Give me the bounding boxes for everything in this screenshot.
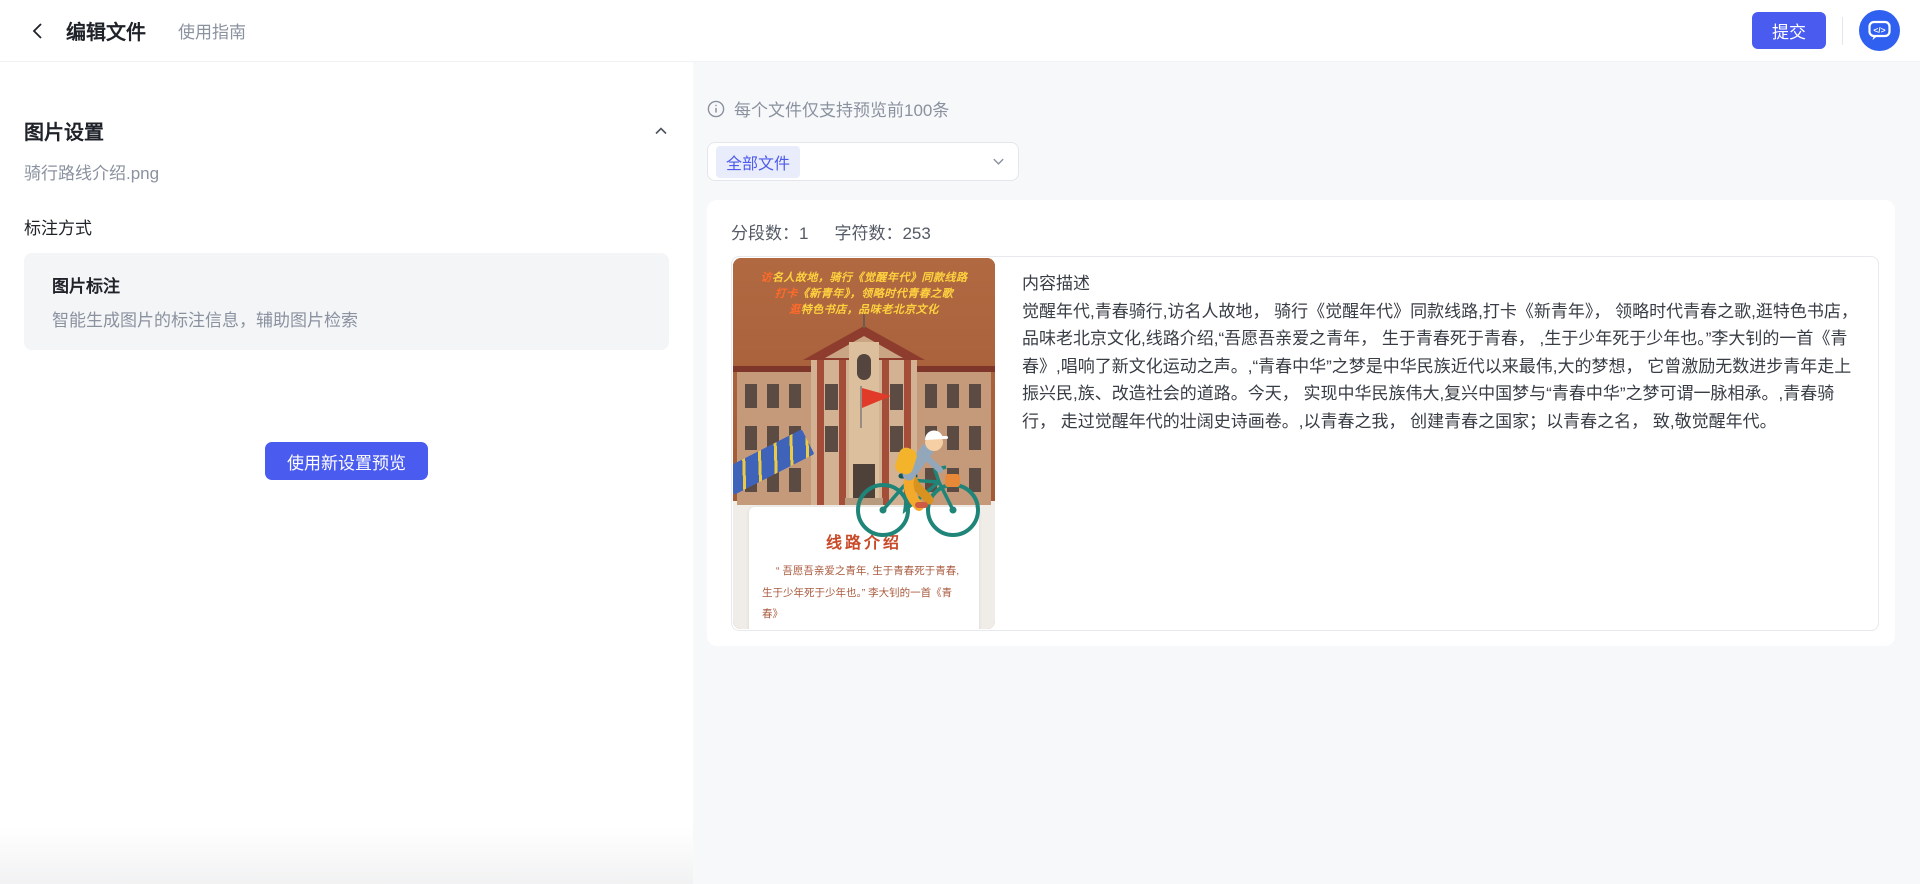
preview-thumbnail: 访名人故地，骑行《觉醒年代》同款线路 打卡《新青年》，领略时代青春之歌 逛特色书… [733,258,995,629]
code-bubble-icon: </> [1867,18,1892,43]
preview-button-row: 使用新设置预览 [24,442,669,480]
stats-row: 分段数：1 字符数：253 [731,219,1879,244]
content-title: 内容描述 [1022,270,1868,298]
collapse-button[interactable] [653,123,669,139]
annotation-method-card[interactable]: 图片标注 智能生成图片的标注信息，辅助图片检索 [24,253,669,350]
poster-slogan: 访名人故地，骑行《觉醒年代》同款线路 打卡《新青年》，领略时代青春之歌 逛特色书… [733,258,995,318]
selected-file-tag: 全部文件 [716,146,800,178]
file-filter-select[interactable]: 全部文件 [707,142,1019,181]
topbar: 编辑文件 使用指南 提交 </> [0,0,1920,62]
settings-header: 图片设置 [24,116,669,145]
guide-link[interactable]: 使用指南 [178,18,246,43]
segment-count: 分段数：1 [731,219,808,244]
panel-bottom-shadow [0,828,693,884]
page-title: 编辑文件 [66,16,146,45]
svg-text:</>: </> [1873,25,1885,35]
route-intro-text: “ 吾愿吾亲爱之青年, 生于青春死于青春, 生于少年死于少年也。” 李大钊的一首… [749,561,979,629]
chevron-up-icon [653,123,669,139]
image-settings-panel: 图片设置 骑行路线介绍.png 标注方式 图片标注 智能生成图片的标注信息，辅助… [0,62,693,884]
preview-with-new-settings-button[interactable]: 使用新设置预览 [265,442,428,480]
preview-notice: 每个文件仅支持预览前100条 [707,96,1895,121]
preview-item-card[interactable]: 访名人故地，骑行《觉醒年代》同款线路 打卡《新青年》，领略时代青春之歌 逛特色书… [731,256,1879,631]
chevron-down-icon [991,154,1006,169]
topbar-divider [1842,17,1843,45]
content-body: 觉醒年代,青春骑行,访名人故地， 骑行《觉醒年代》同款线路,打卡《新青年》， 领… [1022,298,1868,436]
cyclist-illustration [841,424,991,539]
notice-text: 每个文件仅支持预览前100条 [734,96,949,121]
preview-item-content: 内容描述 觉醒年代,青春骑行,访名人故地， 骑行《觉醒年代》同款线路,打卡《新青… [996,257,1878,630]
preview-panel: 每个文件仅支持预览前100条 全部文件 分段数：1 字符数：253 访名人故地，… [693,62,1920,884]
code-chat-icon[interactable]: </> [1859,10,1900,51]
back-button[interactable] [24,17,52,45]
settings-title: 图片设置 [24,116,104,145]
char-count: 字符数：253 [834,219,930,244]
annotation-card-title: 图片标注 [52,272,641,297]
annotation-card-description: 智能生成图片的标注信息，辅助图片检索 [52,306,641,331]
chevron-left-icon [29,22,47,40]
submit-button[interactable]: 提交 [1752,12,1826,49]
info-icon [707,100,725,118]
annotation-method-label: 标注方式 [24,214,669,239]
preview-results-container: 分段数：1 字符数：253 访名人故地，骑行《觉醒年代》同款线路 打卡《新青年》… [707,200,1895,646]
file-name-label: 骑行路线介绍.png [24,159,669,184]
